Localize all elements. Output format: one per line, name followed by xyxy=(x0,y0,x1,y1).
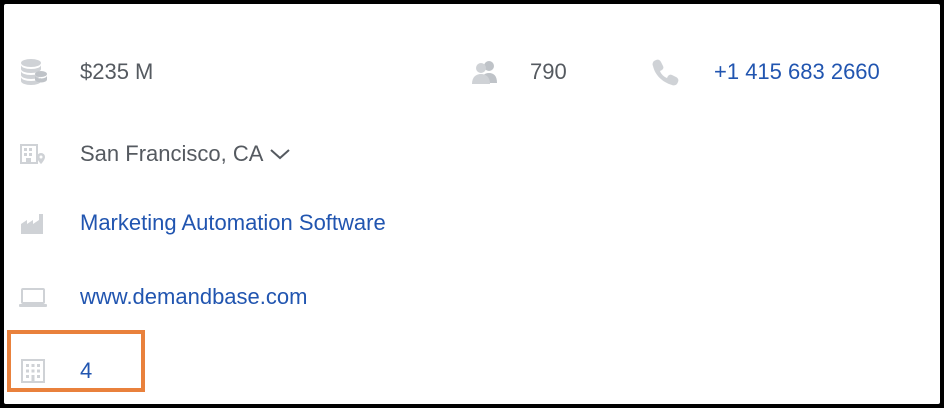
revenue-field: $235 M xyxy=(16,54,153,90)
coins-stack-icon xyxy=(16,55,50,89)
phone-link[interactable]: +1 415 683 2660 xyxy=(714,59,880,85)
industry-link[interactable]: Marketing Automation Software xyxy=(80,210,386,236)
chevron-down-icon[interactable] xyxy=(269,147,291,161)
highlight-box xyxy=(7,330,145,392)
employees-value: 790 xyxy=(530,59,567,84)
industry-field: Marketing Automation Software xyxy=(16,205,386,241)
phone-field: +1 415 683 2660 xyxy=(648,54,880,90)
website-field: www.demandbase.com xyxy=(16,279,307,315)
factory-icon xyxy=(16,206,50,240)
people-icon xyxy=(468,55,502,89)
phone-icon xyxy=(648,55,682,89)
revenue-value: $235 M xyxy=(80,59,154,84)
employees-field: 790 xyxy=(468,54,567,90)
website-link[interactable]: www.demandbase.com xyxy=(80,284,307,310)
laptop-icon xyxy=(16,280,50,314)
building-map-pin-icon xyxy=(16,137,50,171)
location-field: San Francisco, CA xyxy=(16,136,291,172)
location-value: San Francisco, CA xyxy=(80,141,264,166)
